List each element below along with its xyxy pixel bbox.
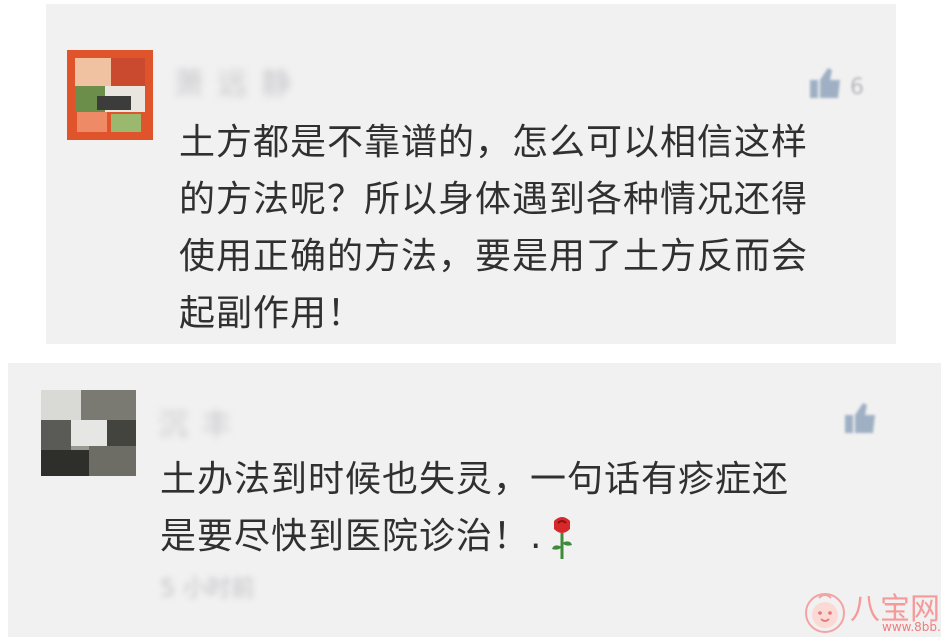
like-count: 6: [850, 75, 864, 100]
comment-line: 土办法到时候也失灵，一句话有疹症还: [160, 459, 790, 500]
comment-line: 使用正确的方法，要是用了土方反而会: [179, 236, 809, 277]
timestamp: 5 小时前: [160, 574, 255, 602]
comment-text: 土方都是不靠谱的，怎么可以相信这样 的方法呢？所以身体遇到各种情况还得 使用正确…: [179, 114, 879, 342]
comment-line: 起副作用！: [179, 293, 365, 334]
watermark: 八宝网 www.8bb.com: [802, 588, 941, 637]
avatar[interactable]: [41, 390, 136, 476]
avatar[interactable]: [67, 50, 153, 140]
like-button[interactable]: 6: [806, 62, 870, 108]
username[interactable]: 沉 丰: [158, 400, 234, 444]
comment-line: 土方都是不靠谱的，怎么可以相信这样: [179, 122, 809, 163]
comment-line: 的方法呢？所以身体遇到各种情况还得: [179, 179, 809, 220]
thumbs-up-icon[interactable]: 6: [806, 62, 870, 104]
watermark-url: www.8bb.com: [882, 620, 941, 634]
thumbs-up-icon[interactable]: [841, 397, 881, 439]
comment-line: 是要尽快到医院诊治！.: [160, 516, 543, 557]
like-button[interactable]: [841, 397, 881, 443]
comment-line-wrapper: 是要尽快到医院诊治！.: [160, 508, 880, 565]
rose-icon: [552, 517, 573, 559]
comment-text: 土办法到时候也失灵，一句话有疹症还 是要尽快到医院诊治！.: [160, 451, 880, 565]
baby-face-logo-icon: [805, 593, 845, 633]
username[interactable]: 萧 远 静: [174, 59, 293, 103]
comment-card: 萧 远 静 6 土方都是不靠谱的，怎么可以相信这样 的方法呢？所以身体遇到各种情…: [46, 4, 896, 344]
